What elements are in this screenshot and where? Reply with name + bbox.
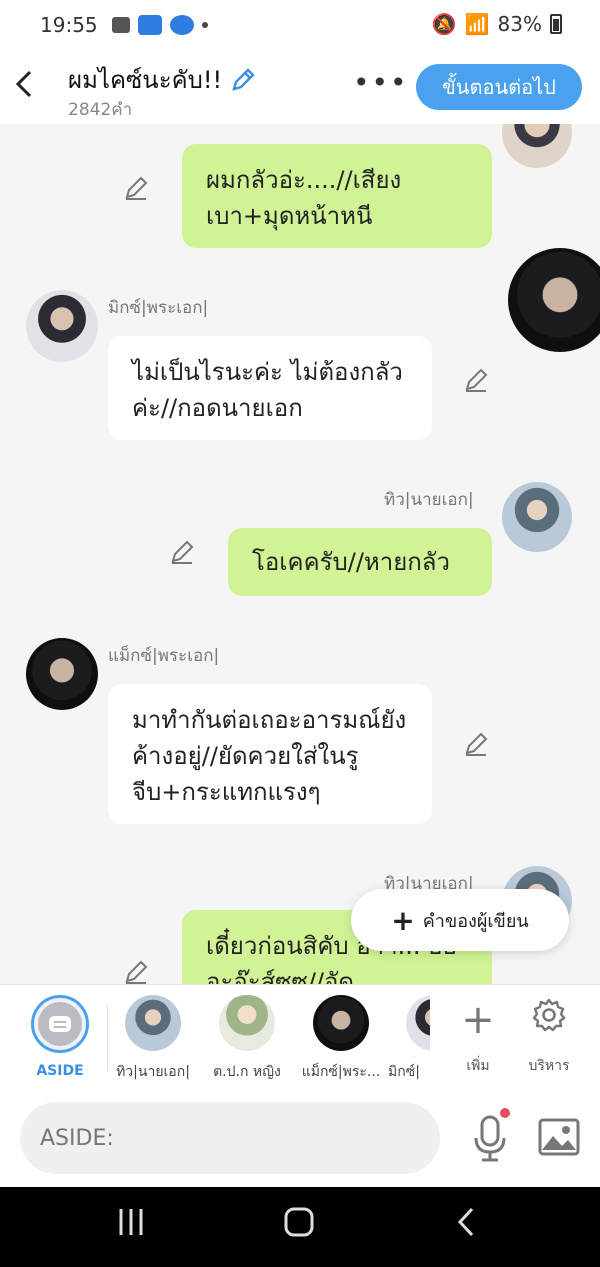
character-name: ทิว|นายเอก| — [384, 490, 474, 510]
gear-icon — [514, 997, 584, 1047]
microphone-icon[interactable] — [470, 1114, 510, 1164]
character-name: มิกซ์|พระเอก| — [108, 298, 209, 318]
more-options-button[interactable]: ••• — [353, 66, 409, 99]
word-count: 2842คำ — [68, 100, 133, 120]
gallery-notification-icon — [111, 17, 130, 33]
app-notification-icon — [137, 15, 162, 35]
status-time: 19:55 — [40, 13, 98, 37]
author-note-label: คำของผู้เขียน — [422, 910, 529, 932]
character-avatar — [125, 995, 181, 1051]
message-bubble[interactable]: ผมกลัวอ่ะ....//เสียงเบา+มุดหน้าหนี — [182, 144, 492, 248]
character-avatar — [313, 995, 369, 1051]
manage-label: บริหาร — [528, 1058, 570, 1074]
character-name: ทิว|นายเอก| — [116, 1064, 190, 1080]
home-button[interactable] — [284, 1207, 314, 1245]
title-text: ผมไคซ์นะคับ!! — [68, 66, 223, 94]
story-title[interactable]: ผมไคซ์นะคับ!! — [68, 60, 256, 99]
battery-icon — [550, 14, 562, 34]
character-name: ต.ป.ก หญิง — [213, 1064, 281, 1080]
back-nav-button[interactable] — [456, 1207, 476, 1245]
avatar[interactable] — [26, 290, 98, 362]
character-avatar — [406, 995, 430, 1051]
character-item[interactable]: มิกซ์| — [388, 995, 430, 1083]
edit-message-icon[interactable] — [168, 538, 196, 566]
character-name: มิกซ์| — [388, 1064, 420, 1080]
aside-label: ASIDE — [36, 1063, 84, 1079]
line-notification-icon — [169, 15, 194, 35]
image-icon[interactable] — [538, 1118, 580, 1156]
character-name: แม็กซ์|พระเอก| — [108, 646, 220, 666]
avatar[interactable] — [26, 638, 98, 710]
system-status: 🔕 📶 83% — [432, 12, 562, 36]
input-area — [0, 1092, 600, 1187]
wifi-icon: 📶 — [464, 12, 490, 36]
message-bubble[interactable]: มาทำกันต่อเถอะอารมณ์ยังค้างอยู่//ยัดควยใ… — [108, 684, 432, 824]
aside-selector[interactable]: ASIDE — [15, 995, 105, 1079]
manage-button[interactable]: บริหาร — [514, 997, 584, 1077]
aside-avatar — [31, 995, 89, 1053]
chat-header: ผมไคซ์นะคับ!! 2842คำ ••• ขั้นตอนต่อไป — [0, 50, 600, 124]
add-label: เพิ่ม — [466, 1058, 490, 1074]
mute-icon: 🔕 — [431, 12, 457, 36]
add-character-button[interactable]: + เพิ่ม — [443, 997, 513, 1077]
plus-icon: + — [391, 903, 415, 937]
next-step-button[interactable]: ขั้นตอนต่อไป — [416, 64, 582, 110]
chevron-left-icon — [15, 70, 32, 98]
floating-avatar[interactable] — [508, 248, 600, 352]
message-bubble[interactable]: โอเคครับ//หายกลัว — [228, 528, 492, 596]
status-bar: 19:55 🔕 📶 83% — [0, 0, 600, 50]
character-name: แม็กซ์|พระ... — [301, 1064, 381, 1080]
chat-bubble-icon — [49, 1016, 71, 1032]
avatar[interactable] — [502, 482, 572, 552]
author-note-button[interactable]: + คำของผู้เขียน — [351, 889, 569, 951]
battery-percent: 83% — [497, 12, 542, 36]
recording-indicator — [500, 1108, 510, 1118]
back-button[interactable] — [14, 68, 44, 104]
chat-area[interactable]: ผมกลัวอ่ะ....//เสียงเบา+มุดหน้าหนี มิกซ์… — [0, 124, 600, 984]
avatar[interactable] — [502, 124, 572, 168]
edit-message-icon[interactable] — [462, 730, 490, 758]
character-item[interactable]: ต.ป.ก หญิง — [202, 995, 292, 1083]
character-item[interactable]: ทิว|นายเอก| — [108, 995, 198, 1083]
character-avatar — [219, 995, 275, 1051]
edit-message-icon[interactable] — [122, 958, 150, 984]
aside-input[interactable] — [20, 1102, 440, 1174]
character-bar: ASIDE ทิว|นายเอก| ต.ป.ก หญิง แม็กซ์|พระ.… — [0, 984, 600, 1092]
plus-icon: + — [461, 997, 495, 1043]
message-bubble[interactable]: ไม่เป็นไรนะค่ะ ไม่ต้องกลัวค่ะ//กอดนายเอก — [108, 336, 432, 440]
character-item[interactable]: แม็กซ์|พระ... — [296, 995, 386, 1083]
edit-title-icon[interactable] — [230, 67, 256, 93]
notification-icons — [111, 15, 208, 35]
edit-message-icon[interactable] — [462, 366, 490, 394]
more-notifications-icon — [201, 22, 208, 28]
edit-message-icon[interactable] — [122, 174, 150, 202]
recent-apps-button[interactable] — [116, 1207, 146, 1245]
system-nav-bar — [0, 1187, 600, 1267]
